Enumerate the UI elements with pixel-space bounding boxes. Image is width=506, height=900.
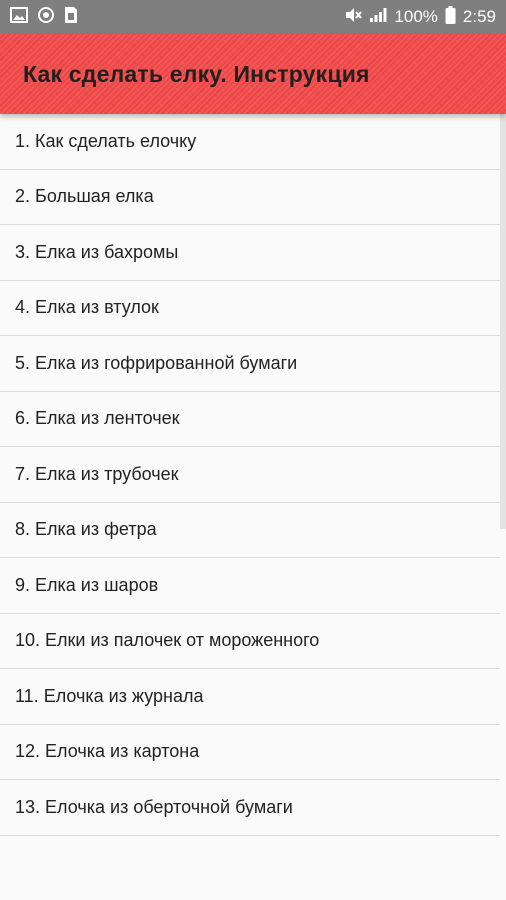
status-bar-left (10, 6, 78, 29)
app-bar: Как сделать елку. Инструкция (0, 34, 506, 114)
list-item[interactable]: 4. Елка из втулок (0, 281, 500, 336)
list-item-label: 9. Елка из шаров (15, 574, 159, 595)
mute-icon (344, 6, 363, 29)
list-item-label: 10. Елки из палочек от мороженного (15, 630, 320, 651)
signal-icon (369, 7, 387, 28)
list-item[interactable]: 5. Елка из гофрированной бумаги (0, 336, 500, 392)
list-item-label: 1. Как сделать елочку (15, 130, 197, 151)
list-item-label: 11. Елочка из журнала (15, 685, 204, 706)
list-item-label: 4. Елка из втулок (15, 297, 159, 318)
instruction-list: 1. Как сделать елочку 2. Большая елка 3.… (0, 114, 500, 900)
status-bar: 100% 2:59 (0, 0, 506, 34)
list-item-label: 7. Елка из трубочек (15, 463, 179, 484)
status-bar-right: 100% 2:59 (344, 5, 496, 29)
list-item-label: 6. Елка из ленточек (15, 408, 180, 429)
list-item[interactable]: 1. Как сделать елочку (0, 114, 500, 170)
list-item[interactable]: 11. Елочка из журнала (0, 669, 500, 725)
list-item[interactable]: 6. Елка из ленточек (0, 392, 500, 447)
list-item[interactable]: 13. Елочка из оберточной бумаги (0, 780, 500, 836)
list-item-label: 8. Елка из фетра (15, 519, 157, 540)
list-item[interactable]: 2. Большая елка (0, 170, 500, 225)
clock: 2:59 (462, 7, 496, 26)
scrollbar[interactable] (500, 114, 506, 529)
list-item-label: 12. Елочка из картона (15, 741, 200, 762)
list-item-label: 5. Елка из гофрированной бумаги (15, 352, 298, 373)
page-title: Как сделать елку. Инструкция (23, 60, 370, 87)
sync-icon (37, 6, 55, 29)
list-item[interactable]: 10. Елки из палочек от мороженного (0, 614, 500, 669)
list-item[interactable]: 9. Елка из шаров (0, 558, 500, 614)
battery-icon (445, 5, 456, 29)
list-item-label: 3. Елка из бахромы (15, 241, 179, 262)
list-item[interactable]: 8. Елка из фетра (0, 503, 500, 558)
list-item[interactable]: 7. Елка из трубочек (0, 447, 500, 503)
list-item-label: 13. Елочка из оберточной бумаги (15, 796, 293, 817)
battery-percent: 100% (394, 7, 438, 26)
image-icon (10, 6, 28, 28)
list-item[interactable]: 12. Елочка из картона (0, 725, 500, 780)
list-item[interactable]: 3. Елка из бахромы (0, 225, 500, 281)
sim-card-icon (64, 6, 78, 29)
list-item-label: 2. Большая елка (15, 186, 154, 207)
